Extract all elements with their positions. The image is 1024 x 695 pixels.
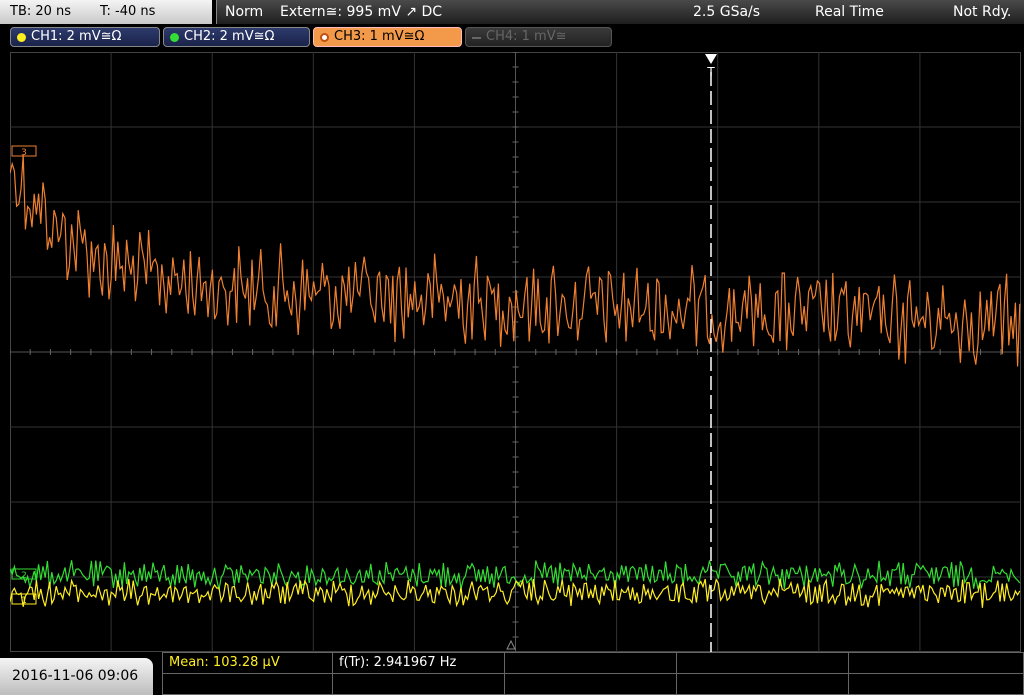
channel-2-label: CH2: 2 mV≅Ω [184,29,275,44]
mean-measurement[interactable]: Mean: 103.28 µV [163,653,333,674]
graticule [10,52,1021,652]
measurement-slot-10[interactable] [849,674,1024,695]
channel-1-trace [10,577,1021,608]
time-reference-icon [506,639,516,650]
measurement-slot-5[interactable] [849,653,1024,674]
datetime-display: 2016-11-06 09:06 [0,658,153,695]
channel-tabs: CH1: 2 mV≅Ω CH2: 2 mV≅Ω CH3: 1 mV≅Ω CH4:… [0,24,1024,50]
channel-4-indicator-icon [472,37,481,39]
sample-rate-label[interactable]: 2.5 GSa/s [693,0,760,24]
channel-2-indicator-icon [170,33,179,42]
status-bar: TB: 20 ns T: -40 ns Norm Extern≅: 995 mV… [0,0,1024,24]
measurement-slot-8[interactable] [505,674,677,695]
measurement-slot-6[interactable] [163,674,333,695]
waveform-display[interactable]: T 3 2 1 [10,52,1021,652]
channel-1-indicator-icon [17,33,26,42]
channel-4-label: CH4: 1 mV≅ [486,29,567,44]
acquisition-mode-label[interactable]: Real Time [815,0,884,24]
channel-3-label: CH3: 1 mV≅Ω [334,29,425,44]
timebase-label[interactable]: TB: 20 ns [10,0,71,24]
run-state-label: Not Rdy. [953,4,1012,20]
trigger-source-label[interactable]: Extern≅: 995 mV ↗ DC [280,0,442,24]
channel-1-label: CH1: 2 mV≅Ω [31,29,122,44]
channel-4-tab[interactable]: CH4: 1 mV≅ [465,27,612,47]
channel-3-indicator-icon [320,33,329,42]
waveform-graph[interactable]: T 3 2 1 [10,52,1021,652]
measurement-slot-3[interactable] [505,653,677,674]
measurement-slot-7[interactable] [333,674,505,695]
channel-3-offset-marker[interactable]: 3 [11,145,37,158]
measurement-slot-9[interactable] [677,674,849,695]
svg-text:1: 1 [21,596,27,606]
channel-1-tab[interactable]: CH1: 2 mV≅Ω [10,27,160,47]
svg-text:3: 3 [21,148,27,158]
channel-3-trace [10,154,1021,367]
trigger-mode-label[interactable]: Norm [225,0,263,24]
waveform-traces [10,154,1021,608]
svg-text:2: 2 [21,571,27,581]
timebase-panel[interactable]: TB: 20 ns T: -40 ns [0,0,214,24]
trigger-time-label[interactable]: T: -40 ns [100,0,155,24]
trigger-panel[interactable]: Norm Extern≅: 995 mV ↗ DC 2.5 GSa/s Real… [216,0,1024,24]
trigger-position-icon[interactable] [705,54,717,64]
trigger-marker-label: T [706,65,715,79]
channel-1-offset-marker[interactable]: 1 [11,593,37,606]
bottom-bar: 2016-11-06 09:06 Mean: 103.28 µV f(Tr): … [0,652,1024,695]
frequency-measurement[interactable]: f(Tr): 2.941967 Hz [333,653,505,674]
channel-3-tab[interactable]: CH3: 1 mV≅Ω [313,27,462,47]
measurement-slot-4[interactable] [677,653,849,674]
measurement-panel[interactable]: Mean: 103.28 µV f(Tr): 2.941967 Hz [162,652,1024,695]
channel-2-tab[interactable]: CH2: 2 mV≅Ω [163,27,310,47]
